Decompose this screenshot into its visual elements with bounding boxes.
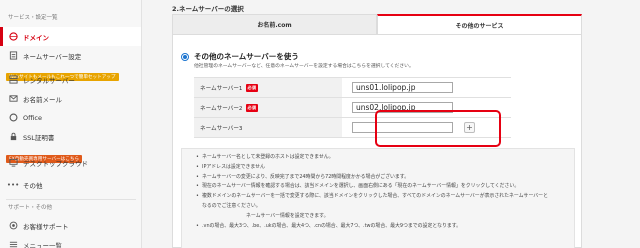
support-icon	[8, 221, 18, 231]
sidebar-item-label: レンタルサーバー	[23, 76, 75, 85]
nameserver-table: ネームサーバー1 必須 uns01.lolipop.jp ネームサーバー2 必須…	[194, 77, 511, 138]
radio-dot	[183, 54, 187, 59]
notes-box: ネームサーバー名として未登録のホストは設定できません。 IPアドレスは設定できま…	[181, 148, 575, 248]
nameserver-tabs: お名前.com その他のサービス	[172, 14, 582, 34]
tab-other-service[interactable]: その他のサービス	[377, 14, 582, 34]
nameserver-panel: その他のネームサーバーを使う 他社管理のネームサーバーなど、任意のネームサーバー…	[172, 34, 582, 248]
sidebar-item-label: SSL証明書	[23, 133, 55, 142]
table-row: ネームサーバー2 必須 uns02.lolipop.jp	[194, 98, 511, 118]
field-label: ネームサーバー1	[200, 85, 243, 92]
sidebar-section-title: サービス・設定一覧	[8, 15, 58, 21]
sidebar-item-label: メニュー一覧	[23, 241, 62, 248]
sidebar-item-desktop-cloud[interactable]: デスクトップクラウド	[0, 153, 141, 172]
sidebar-item-other[interactable]: ••• その他	[0, 175, 141, 194]
required-badge: 必須	[245, 83, 258, 92]
sidebar-item-label: その他	[23, 181, 43, 190]
sidebar-item-domain[interactable]: ドメイン	[0, 27, 141, 46]
option-description: 他社管理のネームサーバーなど、任意のネームサーバーを設定する場合はこちらを選択し…	[194, 64, 414, 69]
note-item: ネームサーバー名として未登録のホストは設定できません。	[196, 153, 568, 163]
globe-icon	[8, 32, 18, 42]
note-item: 複数ドメインのネームサーバーを一括で変更する際に、該当ドメインをクリックした場合…	[196, 192, 568, 202]
sidebar-item-support[interactable]: お客様サポート	[0, 216, 141, 235]
office-icon	[8, 113, 18, 123]
tab-onamae[interactable]: お名前.com	[172, 14, 377, 34]
nameserver-2-cell: uns02.lolipop.jp	[342, 98, 511, 117]
sidebar-item-office[interactable]: Office	[0, 108, 141, 127]
sidebar-item-ssl[interactable]: SSL証明書	[0, 127, 141, 146]
field-label: ネームサーバー2	[200, 105, 243, 112]
sidebar-item-label: デスクトップクラウド	[23, 159, 88, 168]
nameserver-1-label: ネームサーバー1 必須	[194, 78, 342, 97]
desktop-icon	[8, 158, 18, 168]
table-row: ネームサーバー1 必須 uns01.lolipop.jp	[194, 78, 511, 98]
rental-server-icon	[8, 75, 18, 85]
required-badge: 必須	[245, 103, 258, 112]
section-heading: 2.ネームサーバーの選択	[172, 5, 244, 13]
note-item: IPアドレスは設定できません	[196, 163, 568, 173]
sidebar-item-label: Office	[23, 113, 42, 122]
sidebar-item-menu[interactable]: メニュー一覧	[0, 235, 141, 248]
sidebar-support-title: サポート・その他	[8, 205, 53, 211]
field-label: ネームサーバー3	[200, 125, 243, 132]
sidebar: サービス・設定一覧 ドメイン ネームサーバー設定 Webサイトもメールもこれ一つ…	[0, 0, 142, 248]
note-item: 現在のネームサーバー情報を確認する場合は、該当ドメインを選択し、画面右側にある「…	[196, 182, 568, 192]
nameserver-2-input[interactable]: uns02.lolipop.jp	[352, 102, 453, 113]
table-row: ネームサーバー3 +	[194, 118, 511, 138]
other-nameserver-option[interactable]: その他のネームサーバーを使う	[181, 51, 299, 62]
sidebar-item-label: ネームサーバー設定	[23, 52, 82, 61]
sidebar-item-label: お客様サポート	[23, 222, 69, 231]
note-item: ネームサーバー情報を設定できます。	[246, 212, 329, 219]
radio-button[interactable]	[181, 52, 189, 61]
main-content: 2.ネームサーバーの選択 お名前.com その他のサービス その他のネームサーバ…	[142, 0, 640, 248]
menu-icon	[8, 240, 18, 248]
sidebar-item-mail[interactable]: お名前メール	[0, 89, 141, 108]
sidebar-divider	[6, 199, 136, 200]
note-item: なるのでご注意ください。	[202, 202, 261, 209]
note-item: .vnの場合、最大3つ、.be、.ukの場合、最大4つ、.cnの場合、最大7つ、…	[196, 222, 568, 232]
server-icon	[8, 51, 18, 61]
mail-icon	[8, 94, 18, 104]
nameserver-1-input[interactable]: uns01.lolipop.jp	[352, 82, 453, 93]
nameserver-3-label: ネームサーバー3	[194, 118, 342, 137]
lock-icon	[8, 132, 18, 142]
sidebar-item-rental-server[interactable]: レンタルサーバー	[0, 70, 141, 89]
more-icon: •••	[6, 180, 20, 189]
add-nameserver-button[interactable]: +	[464, 122, 475, 133]
sidebar-item-label: お名前メール	[23, 95, 62, 104]
sidebar-item-label: ドメイン	[23, 33, 49, 42]
nameserver-2-label: ネームサーバー2 必須	[194, 98, 342, 117]
note-item: ネームサーバーの変更により、反映完了まで24時間から72時間程度かかる場合がござ…	[196, 173, 568, 183]
nameserver-3-cell: +	[342, 118, 511, 137]
nameserver-3-input[interactable]	[352, 122, 453, 133]
nameserver-1-cell: uns01.lolipop.jp	[342, 78, 511, 97]
option-label: その他のネームサーバーを使う	[194, 52, 299, 61]
